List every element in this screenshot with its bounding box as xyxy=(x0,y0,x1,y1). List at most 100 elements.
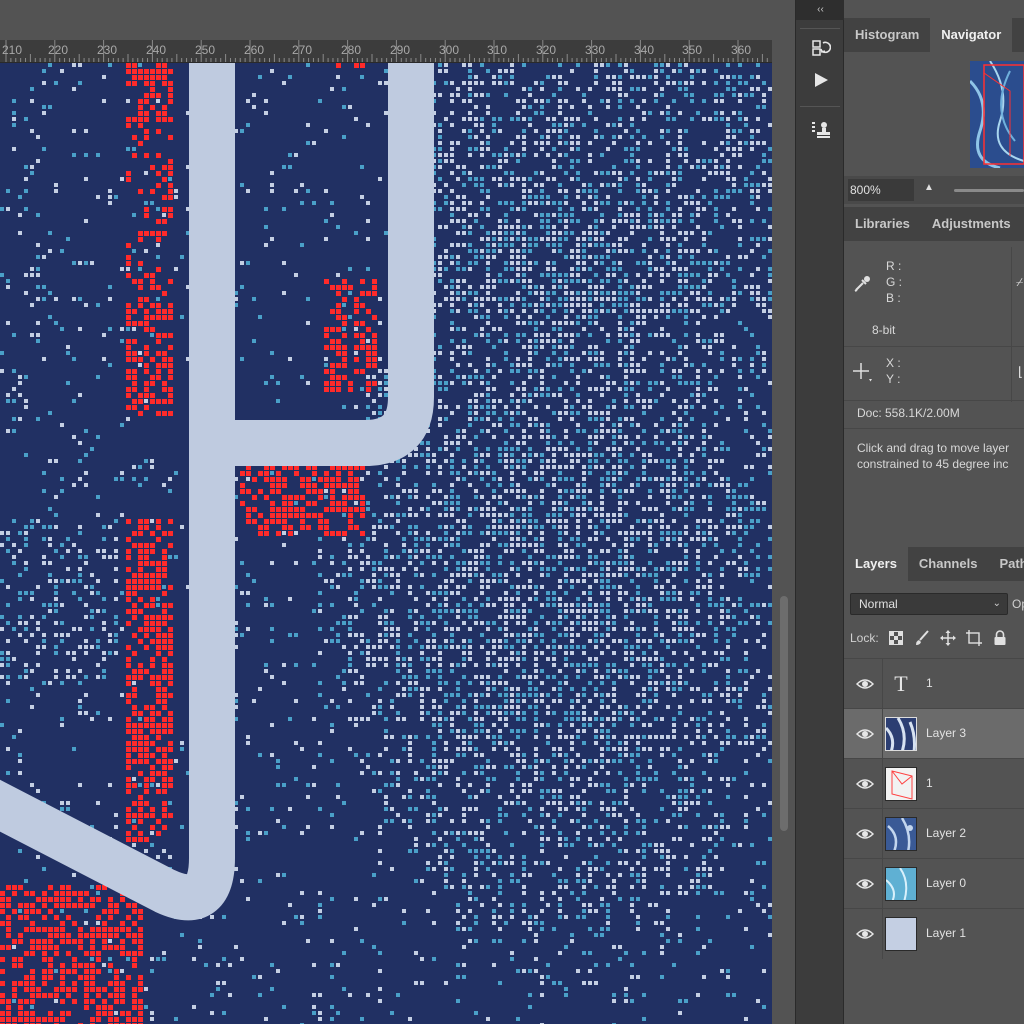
layer-name[interactable]: 1 xyxy=(926,676,933,690)
lock-row: Lock: xyxy=(850,628,1009,648)
document-canvas[interactable] xyxy=(0,63,772,1024)
info-size-right-icon: ⌊ xyxy=(1018,364,1024,379)
text-layer-icon: T xyxy=(885,667,917,701)
collapse-panels-button[interactable]: ‹‹ xyxy=(796,0,845,20)
info-b-label: B : xyxy=(886,291,901,305)
layer-row[interactable]: Layer 1 xyxy=(844,908,1024,959)
tab-channels[interactable]: Channels xyxy=(908,547,989,581)
tab-paths[interactable]: Path xyxy=(988,547,1024,581)
ruler-tick-label: 280 xyxy=(341,43,362,57)
tab-adjustments[interactable]: Adjustments xyxy=(921,207,1022,241)
lock-label: Lock: xyxy=(850,631,879,645)
ruler-tick-label: 340 xyxy=(634,43,655,57)
tool-group xyxy=(800,106,840,150)
layer-thumbnail[interactable] xyxy=(885,867,917,901)
layer-thumbnail[interactable] xyxy=(885,767,917,801)
navigator-zoom-row: 800% ▲ xyxy=(844,176,1024,204)
layer-row[interactable]: Layer 3 xyxy=(844,708,1024,759)
opacity-label: Op xyxy=(1012,597,1024,611)
lock-position-move-icon[interactable] xyxy=(940,630,957,647)
tab-histogram[interactable]: Histogram xyxy=(844,18,930,52)
ruler-tick-label: 350 xyxy=(682,43,703,57)
blend-mode-select[interactable]: Normal ⌄ xyxy=(850,593,1008,615)
info-tabbar: Libraries Adjustments xyxy=(844,207,1024,241)
tool-hint-line-1: Click and drag to move layer xyxy=(857,441,1010,455)
layer-thumbnail[interactable] xyxy=(885,917,917,951)
tool-group xyxy=(800,28,840,98)
zoom-slider[interactable] xyxy=(954,189,1024,192)
document-area: 210 220 230 240 250 260 270 280 290 300 … xyxy=(0,0,795,1024)
vertical-scrollbar[interactable] xyxy=(772,63,795,1024)
layer-row[interactable]: Layer 2 xyxy=(844,808,1024,859)
eye-visibility-icon[interactable] xyxy=(855,725,875,743)
layer-row[interactable]: T1 xyxy=(844,658,1024,709)
zoom-level-field[interactable]: 800% xyxy=(848,179,914,201)
ruler-tick-label: 290 xyxy=(390,43,411,57)
lock-artboard-icon[interactable] xyxy=(966,630,983,647)
blend-mode-value: Normal xyxy=(859,597,898,611)
layer-row-divider xyxy=(882,759,883,809)
layer-row-divider xyxy=(882,659,883,709)
layer-row[interactable]: Layer 0 xyxy=(844,858,1024,909)
layer-thumbnail[interactable]: T xyxy=(885,667,917,701)
tab-libraries[interactable]: Libraries xyxy=(844,207,921,241)
tab-navigator[interactable]: Navigator xyxy=(930,18,1013,52)
layer-name[interactable]: Layer 0 xyxy=(926,876,966,890)
info-eyedropper-right-icon: ⌿ xyxy=(1016,275,1024,289)
panel-icon-column: ‹‹ xyxy=(795,0,845,1024)
ruler-tick-label: 270 xyxy=(292,43,313,57)
navigator-preview-image xyxy=(970,61,1024,168)
layer-name[interactable]: Layer 3 xyxy=(926,726,966,740)
ruler-tick-label: 310 xyxy=(487,43,508,57)
layer-name[interactable]: Layer 2 xyxy=(926,826,966,840)
layer-row-divider xyxy=(882,859,883,909)
ruler-tick-label: 240 xyxy=(146,43,167,57)
layer-name[interactable]: Layer 1 xyxy=(926,926,966,940)
layer-row-divider xyxy=(882,809,883,859)
lock-all-padlock-icon[interactable] xyxy=(992,630,1009,647)
ruler-tick-label: 360 xyxy=(731,43,752,57)
layer-row-divider xyxy=(882,709,883,759)
doc-size: Doc: 558.1K/2.00M xyxy=(857,406,960,420)
ruler-tick-label: 250 xyxy=(195,43,216,57)
eye-visibility-icon[interactable] xyxy=(855,775,875,793)
lock-image-pixels-brush-icon[interactable] xyxy=(914,630,931,647)
zoom-out-mountain-icon[interactable]: ▲ xyxy=(924,182,934,193)
shape-right-stroke xyxy=(213,63,434,466)
info-r-label: R : xyxy=(886,259,902,273)
eyedropper-icon xyxy=(852,274,872,299)
play-actions-icon[interactable] xyxy=(808,67,834,93)
ruler-tick-label: 260 xyxy=(244,43,265,57)
canvas-artwork xyxy=(0,63,772,1024)
layer-thumbnail[interactable] xyxy=(885,817,917,851)
horizontal-ruler: 210 220 230 240 250 260 270 280 290 300 … xyxy=(0,40,772,63)
history-icon[interactable] xyxy=(808,35,834,61)
shape-left-stroke xyxy=(0,63,235,921)
ruler-tick-label: 320 xyxy=(536,43,557,57)
eye-visibility-icon[interactable] xyxy=(855,825,875,843)
vertical-scroll-thumb[interactable] xyxy=(780,596,788,831)
ruler-tick-label: 220 xyxy=(48,43,69,57)
ruler-tick-label: 330 xyxy=(585,43,606,57)
eye-visibility-icon[interactable] xyxy=(855,875,875,893)
info-g-label: G : xyxy=(886,275,903,289)
crosshair-icon xyxy=(852,362,874,389)
info-x-label: X : xyxy=(886,356,901,370)
lock-transparent-pixels-icon[interactable] xyxy=(888,630,905,647)
photoshop-window: 210 220 230 240 250 260 270 280 290 300 … xyxy=(0,0,1024,1024)
ruler-tick-label: 230 xyxy=(97,43,118,57)
info-y-label: Y : xyxy=(886,372,901,386)
info-divider xyxy=(844,346,1024,347)
tab-layers[interactable]: Layers xyxy=(844,547,908,581)
layer-row[interactable]: 1 xyxy=(844,758,1024,809)
clone-source-icon[interactable] xyxy=(808,117,834,143)
chevron-down-icon: ⌄ xyxy=(992,598,1001,609)
info-divider xyxy=(844,400,1024,401)
layer-thumbnail[interactable] xyxy=(885,717,917,751)
eye-visibility-icon[interactable] xyxy=(855,675,875,693)
layer-name[interactable]: 1 xyxy=(926,776,933,790)
info-column-divider xyxy=(1011,247,1012,402)
navigator-preview[interactable] xyxy=(970,61,1024,168)
eye-visibility-icon[interactable] xyxy=(855,925,875,943)
ruler-tick-label: 210 xyxy=(2,43,23,57)
